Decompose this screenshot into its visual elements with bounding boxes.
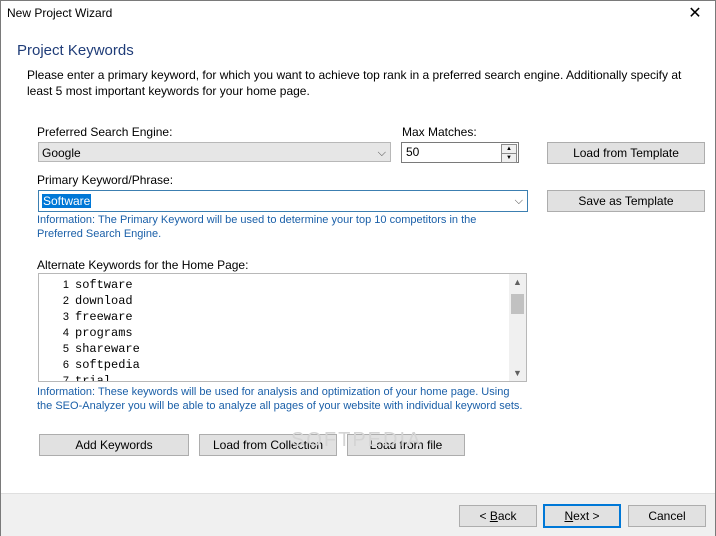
chevron-down-icon: ⌵: [377, 147, 386, 159]
keyword-text: shareware: [75, 342, 140, 356]
intro-text: Please enter a primary keyword, for whic…: [27, 68, 682, 98]
max-matches-label: Max Matches:: [402, 125, 477, 139]
keyword-line[interactable]: 1 software: [39, 277, 509, 293]
close-icon[interactable]: ✕: [675, 1, 715, 27]
search-engine-label: Preferred Search Engine:: [37, 125, 173, 139]
primary-keyword-value: Software: [42, 194, 92, 208]
alternate-keywords-editor[interactable]: 1 software 2 download 3 freeware 4 programs 5 sha…: [38, 273, 527, 382]
load-from-template-button[interactable]: Load from Template: [547, 142, 705, 164]
keyword-line[interactable]: 5 shareware: [39, 341, 509, 357]
max-matches-value: 50: [406, 145, 420, 159]
keyword-lines: 1 software 2 download 3 freeware 4 programs 5 sha…: [39, 277, 509, 382]
back-button[interactable]: < Back: [459, 505, 537, 527]
max-matches-stepper[interactable]: 50 ▲ ▼: [401, 142, 519, 163]
keyword-text: programs: [75, 326, 133, 340]
wizard-window: New Project Wizard ✕ Project Keywords Pl…: [0, 0, 716, 536]
keyword-line[interactable]: 2 download: [39, 293, 509, 309]
alternate-keywords-info: Information: These keywords will be used…: [37, 386, 523, 412]
line-number: 7: [62, 375, 69, 382]
scroll-up-icon[interactable]: ▲: [509, 274, 526, 290]
cancel-button[interactable]: Cancel: [628, 505, 706, 527]
chevron-down-icon[interactable]: ⌵: [515, 191, 523, 211]
keyword-text: freeware: [75, 310, 133, 324]
keyword-text: software: [75, 278, 133, 292]
line-number: 1: [62, 279, 69, 291]
next-button[interactable]: Next >: [543, 504, 621, 528]
vertical-scrollbar[interactable]: ▲ ▼: [509, 274, 526, 381]
search-engine-value: Google: [42, 146, 81, 160]
scroll-thumb[interactable]: [511, 294, 524, 314]
line-number: 2: [62, 295, 69, 307]
keyword-line[interactable]: 4 programs: [39, 325, 509, 341]
title-bar: New Project Wizard ✕: [1, 1, 715, 27]
primary-keyword-info: Information: The Primary Keyword will be…: [37, 214, 477, 240]
line-number: 6: [62, 359, 69, 371]
search-engine-select[interactable]: Google ⌵: [38, 142, 391, 162]
keyword-text: softpedia: [75, 358, 140, 372]
wizard-footer: < Back Next > Cancel: [1, 493, 715, 536]
line-number: 3: [62, 311, 69, 323]
alternate-keywords-label: Alternate Keywords for the Home Page:: [37, 258, 249, 272]
save-as-template-button[interactable]: Save as Template: [547, 190, 705, 212]
keyword-line[interactable]: 3 freeware: [39, 309, 509, 325]
page-title: Project Keywords: [17, 42, 134, 59]
window-title: New Project Wizard: [7, 6, 113, 20]
add-keywords-button[interactable]: Add Keywords: [39, 434, 189, 456]
scroll-down-icon[interactable]: ▼: [509, 365, 526, 381]
line-number: 4: [62, 327, 69, 339]
primary-keyword-input[interactable]: Software ⌵: [38, 190, 528, 212]
keyword-line[interactable]: 6 softpedia: [39, 357, 509, 373]
spin-down-icon[interactable]: ▼: [501, 153, 517, 163]
keyword-line[interactable]: 7 trial: [39, 373, 509, 382]
primary-keyword-label: Primary Keyword/Phrase:: [37, 173, 174, 187]
watermark: SOFTPEDIA: [291, 429, 423, 451]
keyword-text: trial: [75, 374, 112, 382]
line-number: 5: [62, 343, 69, 355]
keyword-text: download: [75, 294, 133, 308]
